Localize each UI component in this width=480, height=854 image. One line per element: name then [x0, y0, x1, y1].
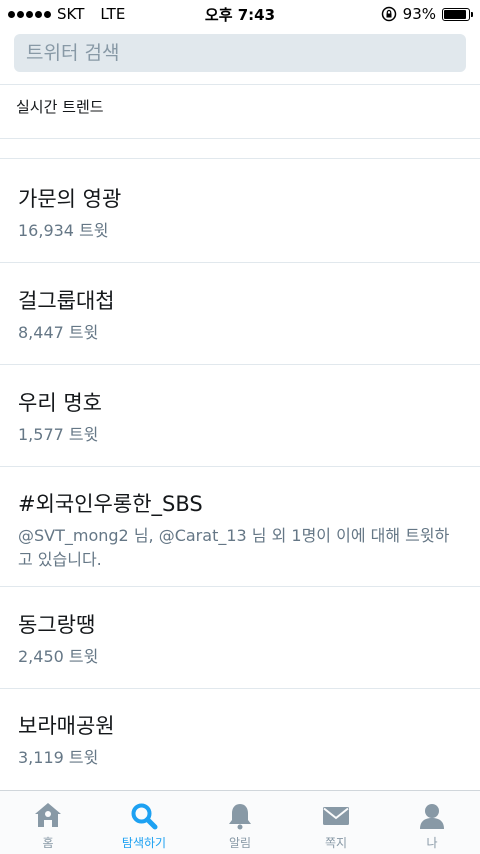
search-input[interactable]	[14, 34, 466, 72]
trend-name: #외국인우롱한_SBS	[18, 492, 203, 516]
trend-name: 가문의 영광	[18, 187, 122, 211]
battery-fill	[444, 9, 467, 19]
trend-tweet-count: 3,119 트윗	[18, 748, 99, 767]
status-left: SKT LTE	[8, 5, 125, 23]
trend-item[interactable]: 우리 명호 1,577 트윗	[0, 365, 480, 467]
trend-name: 걸그룹대첩	[18, 289, 115, 313]
section-divider	[0, 138, 480, 139]
tab-me[interactable]: 나	[384, 791, 480, 851]
search-icon	[131, 803, 158, 830]
status-bar: SKT LTE 오후 7:43 93%	[0, 0, 480, 28]
signal-strength-icon	[8, 10, 51, 18]
search-bar-container	[0, 28, 480, 84]
trend-tweet-count: 2,450 트윗	[18, 647, 99, 666]
tab-label: 나	[426, 836, 438, 850]
trend-name: 동그랑땡	[18, 613, 96, 637]
battery-percent: 93%	[402, 5, 436, 23]
section-title: 실시간 트렌드	[16, 98, 104, 116]
tab-label: 탐색하기	[121, 836, 167, 850]
carrier-name: SKT	[57, 5, 85, 23]
status-right: 93%	[381, 5, 473, 23]
tab-notifications[interactable]: 알림	[192, 791, 288, 851]
bottom-tab-bar: 홈 탐색하기 알림 쪽지 나	[0, 790, 480, 854]
search-divider	[0, 84, 480, 85]
trend-name: 보라매공원	[18, 714, 115, 738]
trend-tweet-count: 8,447 트윗	[18, 323, 99, 342]
trend-item[interactable]: 동그랑땡 2,450 트윗	[0, 587, 480, 689]
rotation-lock-icon	[381, 6, 396, 22]
network-type: LTE	[100, 5, 126, 23]
trend-item[interactable]: 보라매공원 3,119 트윗	[0, 689, 480, 790]
tab-explore[interactable]: 탐색하기	[96, 791, 192, 851]
envelope-icon	[323, 807, 349, 825]
trend-tweet-count: 1,577 트윗	[18, 425, 99, 444]
battery-icon	[442, 7, 473, 21]
person-icon	[420, 804, 444, 829]
trend-context: @SVT_mong2 님, @Carat_13 님 외 1명이 이에 대해 트윗…	[18, 526, 450, 569]
tab-home[interactable]: 홈	[0, 791, 96, 851]
tab-label: 홈	[42, 836, 54, 850]
trend-tweet-count: 16,934 트윗	[18, 221, 109, 240]
tab-label: 쪽지	[324, 836, 348, 850]
tab-label: 알림	[228, 836, 252, 850]
bell-icon	[229, 804, 251, 830]
home-icon	[35, 803, 61, 827]
trend-item[interactable]: #외국인우롱한_SBS @SVT_mong2 님, @Carat_13 님 외 …	[0, 467, 480, 587]
trend-item[interactable]: 가문의 영광 16,934 트윗	[0, 159, 480, 263]
trend-name: 우리 명호	[18, 391, 102, 415]
trend-item[interactable]: 걸그룹대첩 8,447 트윗	[0, 263, 480, 365]
tab-messages[interactable]: 쪽지	[288, 791, 384, 851]
